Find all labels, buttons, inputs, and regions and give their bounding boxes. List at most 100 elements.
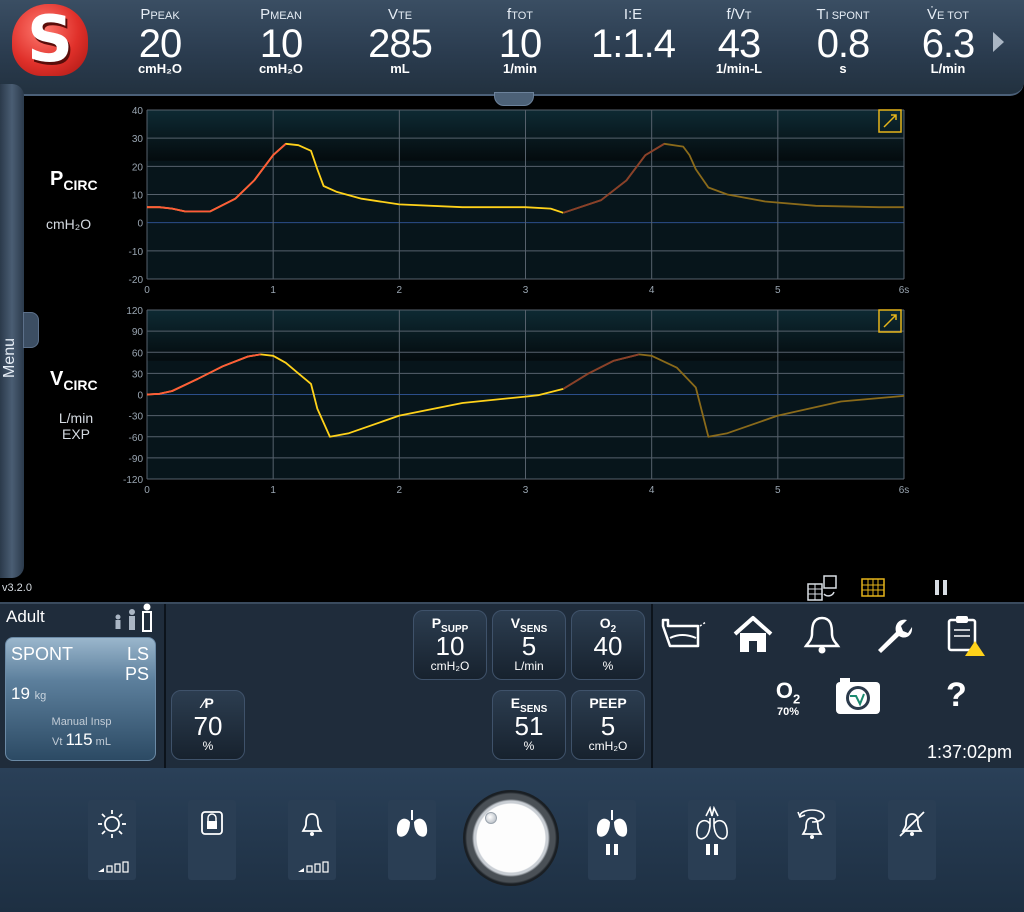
help-button[interactable]: ? (946, 676, 967, 715)
vt-label: Vt (52, 736, 63, 748)
param-pmean[interactable]: PMEAN 10 cmH₂O (246, 6, 316, 75)
mode-type: LS (126, 644, 149, 664)
setting-label: E (510, 695, 521, 711)
o2-label: O (775, 678, 793, 703)
alarm-reset-button[interactable] (788, 800, 836, 880)
y-tick-label: -90 (129, 454, 144, 465)
ventilation-mode-card[interactable]: SPONT LS PS 19 kg Manual Insp Vt 115 mL (5, 637, 156, 761)
x-tick-label: 4 (649, 285, 655, 296)
param-label: P (260, 6, 271, 23)
param-vte[interactable]: VTE 285 mL (360, 6, 440, 75)
manual-breath-icon (396, 810, 428, 837)
layout-swap-icon[interactable] (804, 574, 840, 602)
y-tick-label: 40 (132, 106, 144, 117)
setting-rise-percent[interactable]: ∕P 70 % (171, 690, 245, 760)
x-tick-label: 1 (270, 485, 276, 496)
setting-label: V (510, 615, 521, 631)
setting-esens[interactable]: ESENS 51 % (492, 690, 566, 760)
more-params-arrow-icon[interactable] (993, 32, 1004, 52)
setting-vsens[interactable]: VSENS 5 L/min (492, 610, 566, 680)
y-tick-label: 10 (132, 191, 144, 202)
software-version: v3.2.0 (2, 582, 32, 594)
param-sub: T (744, 10, 752, 22)
patient-size-icon[interactable] (110, 602, 158, 634)
grid-view-icon[interactable] (860, 576, 886, 600)
mode-name: SPONT (11, 644, 74, 664)
clipboard-alert-icon[interactable] (944, 612, 988, 658)
logo: S (12, 3, 88, 77)
setting-value: 5 (600, 711, 616, 741)
param-ftot[interactable]: fTOT 10 1/min (488, 6, 552, 75)
insp-pause-icon (596, 810, 628, 855)
control-knob[interactable] (463, 790, 559, 886)
alarm-volume-icon (298, 813, 329, 873)
param-sub: PEAK (150, 10, 180, 22)
x-tick-label: 1 (270, 285, 276, 296)
flow-waveform-chart: 1209060300-30-60-90-1200 1 2 3 4 5 6s (123, 306, 909, 496)
setting-psupp[interactable]: PSUPP 10 cmH₂O (413, 610, 487, 680)
menu-rail[interactable] (0, 84, 24, 578)
audio-paused-button[interactable] (888, 800, 936, 880)
setting-peep[interactable]: PEEP 5 cmH₂O (571, 690, 645, 760)
param-value: 10 (259, 22, 304, 66)
x-tick-label: 4 (649, 485, 655, 496)
clock: 1:37:02pm (926, 742, 1012, 762)
setting-value: 10 (435, 631, 465, 661)
exp-pause-button[interactable] (688, 800, 736, 880)
y-tick-label: 120 (126, 306, 143, 317)
flow-waveform-title: VCIRC (50, 368, 98, 393)
tidal-volume: Vt 115 mL (6, 730, 157, 750)
screen-capture-camera-icon[interactable] (834, 674, 882, 716)
mode-spont-type: PS (124, 664, 149, 684)
o2-enrichment-indicator[interactable]: O2 70% (770, 678, 806, 718)
brightness-button[interactable] (88, 800, 136, 880)
param-ie[interactable]: I:E 1:1.4 (580, 6, 686, 66)
weight-unit: kg (34, 690, 47, 702)
param-fvt[interactable]: f/VT 43 1/min-L (704, 6, 774, 75)
y-tick-label: 0 (137, 391, 143, 402)
param-label: P (140, 6, 151, 23)
param-value: 10 (498, 22, 543, 66)
setting-o2[interactable]: O2 40 % (571, 610, 645, 680)
setting-value: 51 (514, 711, 544, 741)
param-label: T (816, 6, 826, 23)
x-tick-label: 2 (397, 285, 403, 296)
audio-paused-icon (899, 811, 925, 837)
param-label: V̇ (926, 6, 937, 23)
y-tick-label: 30 (132, 369, 144, 380)
param-label: f/V (726, 6, 745, 23)
freeze-pause-icon[interactable] (932, 578, 952, 598)
flow-unit-line2: EXP (61, 426, 90, 442)
wrench-icon[interactable] (870, 612, 914, 656)
manual-insp-label: Manual Insp (51, 716, 112, 728)
pressure-waveform-chart: 403020100-10-200 1 2 3 4 5 6s (129, 106, 910, 296)
waveform-title-main: P (50, 168, 64, 190)
y-tick-label: 0 (137, 219, 143, 230)
param-ti-spont[interactable]: TI SPONT 0.8 s (806, 6, 880, 75)
brightness-icon (98, 810, 129, 873)
alarm-reset-icon (797, 809, 825, 839)
param-unit: 1/min (503, 61, 537, 76)
setting-value: 70 (193, 711, 223, 741)
y-tick-label: -30 (129, 412, 144, 423)
param-label: V (387, 6, 398, 23)
screen-lock-icon (201, 811, 223, 835)
insp-pause-button[interactable] (588, 800, 636, 880)
param-ve-tot[interactable]: V̇E TOT 6.3 L/min (912, 6, 984, 75)
panel-divider (651, 604, 653, 768)
alarm-volume-button[interactable] (288, 800, 336, 880)
manual-breath-button[interactable] (388, 800, 436, 880)
alarm-bell-icon[interactable] (800, 612, 844, 656)
param-value: 6.3 (921, 22, 976, 66)
y-tick-label: -10 (129, 247, 144, 258)
menu-tab-handle[interactable] (23, 312, 39, 348)
home-icon[interactable] (732, 614, 774, 656)
breath-trace-icon[interactable] (660, 616, 710, 656)
param-value: 1:1.4 (591, 22, 676, 66)
patient-weight: 19 kg (11, 684, 46, 704)
screen-lock-button[interactable] (188, 800, 236, 880)
x-tick-label: 2 (397, 485, 403, 496)
param-sub: TOT (511, 10, 533, 22)
menu-label[interactable]: Menu (1, 338, 19, 378)
param-ppeak[interactable]: PPEAK 20 cmH₂O (128, 6, 192, 75)
